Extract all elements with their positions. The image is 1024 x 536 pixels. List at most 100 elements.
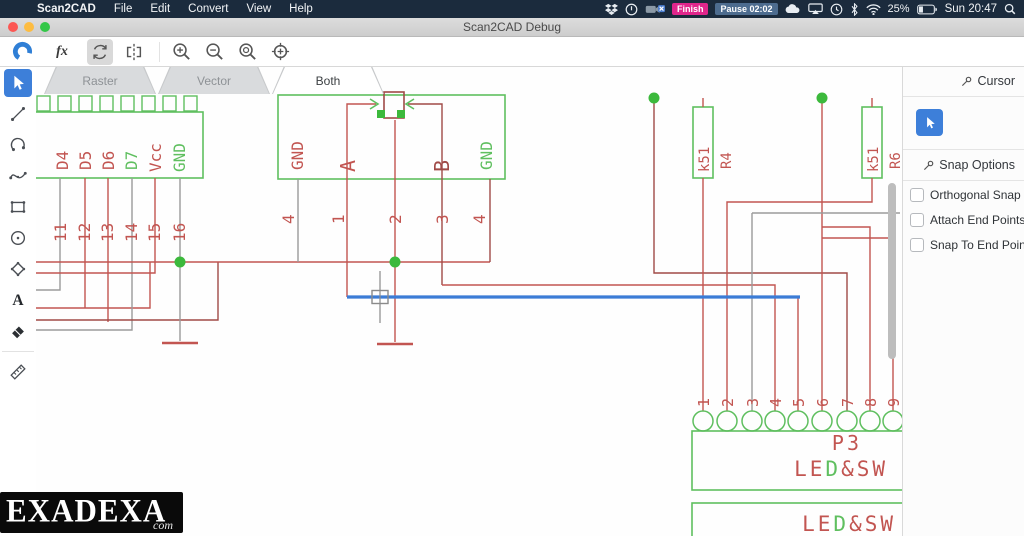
junction-dot: [648, 92, 660, 104]
airplay-icon[interactable]: [807, 3, 823, 15]
spotlight-icon[interactable]: [1004, 3, 1016, 15]
schematic-label: 3: [744, 398, 762, 407]
dropbox-icon[interactable]: [604, 3, 618, 16]
toolbar-divider: [159, 41, 160, 62]
connector-pin-circle: [836, 410, 858, 432]
junction-dot: [816, 92, 828, 104]
schematic-label: LED&SW: [794, 457, 888, 481]
schematic-label: P3: [832, 431, 862, 455]
attach-end-points-option[interactable]: Attach End Points: [903, 209, 1024, 231]
schematic-label: 11: [51, 223, 70, 242]
menu-view[interactable]: View: [237, 3, 280, 15]
attach-end-points-checkbox[interactable]: [910, 213, 924, 227]
connector-pin-circle: [716, 410, 738, 432]
menu-file[interactable]: File: [105, 3, 142, 15]
finish-badge[interactable]: Finish: [671, 3, 709, 15]
schematic-label: 2: [719, 398, 737, 407]
snap-options-title: Snap Options: [939, 158, 1015, 172]
menu-edit[interactable]: Edit: [141, 3, 179, 15]
schematic-label: B: [430, 160, 454, 172]
pause-timer-badge[interactable]: Pause 02:02: [715, 3, 778, 15]
cloud-icon[interactable]: [785, 3, 801, 15]
attach-end-points-label: Attach End Points: [930, 213, 1024, 227]
wire: [408, 103, 443, 285]
schematic-label: k51: [697, 147, 713, 172]
schematic-label: 15: [145, 223, 164, 242]
schematic-label: D4: [53, 151, 72, 170]
zoom-reset-button[interactable]: [234, 39, 260, 65]
connector-pin-circle: [764, 410, 786, 432]
tab-raster[interactable]: Raster: [44, 66, 156, 94]
main-toolbar: fx: [0, 37, 1024, 67]
line-tool[interactable]: [4, 100, 32, 128]
schematic-label: GND: [288, 141, 307, 170]
snap-options-header[interactable]: Snap Options: [903, 149, 1024, 181]
schematic-label: R6: [888, 152, 902, 169]
rotate-tool-button[interactable]: [87, 38, 113, 65]
tab-vector[interactable]: Vector: [158, 66, 270, 94]
text-tool[interactable]: A: [4, 286, 32, 314]
mirror-tool-button[interactable]: [121, 39, 147, 65]
cursor-mode-button[interactable]: [916, 109, 943, 136]
schematic-label: D6: [99, 151, 118, 170]
polygon-tool[interactable]: [4, 255, 32, 283]
palette-separator: [2, 351, 34, 352]
rectangle-tool[interactable]: [4, 193, 32, 221]
schematic-label: 13: [98, 223, 117, 242]
orthogonal-snap-label: Orthogonal Snap: [930, 188, 1021, 202]
schematic-label: GND: [477, 141, 496, 170]
cursor-section-header[interactable]: Cursor: [903, 66, 1024, 97]
time-machine-icon[interactable]: [830, 3, 843, 16]
zoom-extents-button[interactable]: [267, 39, 293, 65]
menu-help[interactable]: Help: [280, 3, 322, 15]
wire: [822, 237, 894, 411]
ic-pin-square: [162, 95, 177, 112]
ic-pin-square: [99, 95, 114, 112]
measure-tool[interactable]: [4, 358, 32, 386]
view-tabs: Raster Vector Both: [44, 66, 386, 94]
schematic-label: 3: [433, 214, 452, 224]
zoom-out-button[interactable]: [201, 39, 227, 65]
bluetooth-icon[interactable]: [850, 2, 859, 16]
pin-icon: [924, 160, 934, 170]
schematic-label: LED&SW: [802, 512, 896, 536]
schematic-canvas[interactable]: D4 D5 D6 D7 Vcc GND11 12 13 14 15 16GND A B GND4 1 2 3 4k…: [36, 66, 902, 536]
window-title: Scan2CAD Debug: [462, 20, 562, 34]
circle-tool[interactable]: [4, 224, 32, 252]
menubar-clock[interactable]: Sun 20:47: [945, 3, 997, 15]
connector-pin-circle: [811, 410, 833, 432]
menu-app-name[interactable]: Scan2CAD: [28, 3, 105, 15]
scan2cad-logo-icon: [9, 39, 35, 65]
select-tool[interactable]: [4, 69, 32, 97]
eraser-tool[interactable]: [4, 317, 32, 345]
canvas-scrollbar-thumb[interactable]: [888, 183, 896, 359]
schematic-label: 14: [122, 223, 141, 242]
schematic-label: D5: [76, 151, 95, 170]
arc-tool[interactable]: [4, 131, 32, 159]
schematic-label: 1: [695, 398, 713, 407]
orthogonal-snap-checkbox[interactable]: [910, 188, 924, 202]
schematic-label: 4: [470, 214, 489, 224]
pin-icon: [962, 76, 972, 86]
window-title-bar: Scan2CAD Debug: [0, 18, 1024, 37]
snap-to-end-points-checkbox[interactable]: [910, 238, 924, 252]
menu-convert[interactable]: Convert: [179, 3, 237, 15]
ic-pin-square: [120, 95, 135, 112]
info-icon[interactable]: [625, 3, 638, 16]
junction-square: [397, 110, 405, 118]
tab-both[interactable]: Both: [272, 66, 384, 94]
schematic-label: 8: [862, 398, 880, 407]
wifi-icon[interactable]: [865, 3, 881, 15]
camera-off-icon[interactable]: [645, 3, 665, 15]
fx-tool-button[interactable]: fx: [49, 39, 75, 65]
orthogonal-snap-option[interactable]: Orthogonal Snap: [903, 184, 1024, 206]
snap-to-end-points-label: Snap To End Points: [930, 238, 1024, 252]
svg-text:A: A: [12, 292, 24, 309]
junction-dot: [174, 256, 186, 268]
snap-to-end-points-option[interactable]: Snap To End Points: [903, 234, 1024, 256]
cursor-arrow-icon: [926, 116, 935, 128]
junction-square: [377, 110, 385, 118]
drawing-canvas[interactable]: D4 D5 D6 D7 Vcc GND 11 12 13 14 15 16 GND A B GND 4 1 2 3 4 k…: [36, 66, 902, 536]
spline-tool[interactable]: [4, 162, 32, 190]
zoom-in-button[interactable]: [168, 39, 194, 65]
